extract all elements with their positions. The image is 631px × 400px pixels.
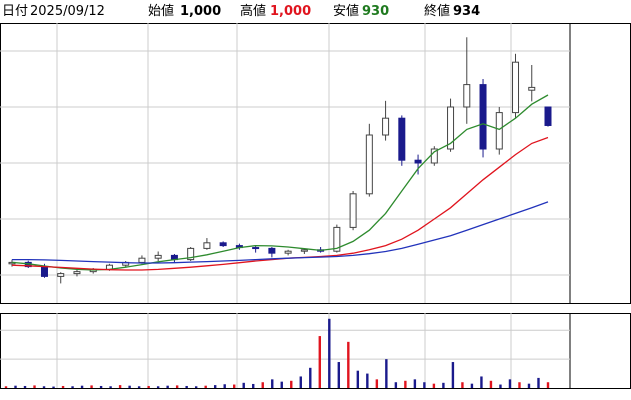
candle-body: [414, 159, 422, 164]
volume-bar: [489, 380, 493, 388]
volume-bar: [80, 385, 84, 388]
volume-bar: [252, 383, 255, 388]
volume-bar: [328, 318, 331, 388]
volume-panel-frame: [0, 313, 631, 389]
volume-bar: [375, 379, 379, 388]
volume-bar: [4, 386, 8, 388]
volume-bar: [356, 370, 360, 388]
volume-bar: [14, 385, 17, 388]
volume-bar: [223, 384, 226, 388]
volume-bar: [280, 381, 283, 388]
volume-bar: [299, 376, 302, 388]
volume-bar: [52, 386, 55, 388]
volume-bar: [518, 382, 521, 388]
volume-bar: [42, 386, 46, 388]
candle-body: [154, 254, 162, 259]
candle-body: [203, 242, 211, 249]
volume-bar: [366, 373, 369, 388]
ma-line-2: [12, 201, 549, 264]
candle-body: [495, 112, 503, 150]
volume-bar: [290, 380, 293, 388]
volume-bar: [185, 385, 188, 388]
volume-bar: [90, 385, 93, 388]
volume-bar: [451, 362, 455, 388]
volume-bar: [480, 376, 483, 388]
volume-bar: [233, 384, 236, 388]
candle-body: [463, 84, 471, 108]
volume-bar: [213, 385, 217, 388]
candle-body: [40, 266, 48, 277]
candle-body: [57, 273, 65, 277]
candle-body: [544, 106, 552, 126]
volume-bar: [404, 380, 407, 388]
candle-body: [268, 247, 276, 254]
candle-body: [382, 117, 390, 136]
chart-canvas: [0, 23, 631, 389]
volume-bar: [23, 385, 27, 388]
volume-bar: [242, 382, 245, 388]
volume-bar: [527, 383, 531, 388]
volume-bar: [147, 385, 150, 388]
volume-bar: [423, 382, 426, 388]
candle-body: [365, 134, 373, 195]
volume-bar: [109, 386, 112, 388]
volume-bar: [271, 379, 274, 388]
volume-bar: [99, 385, 103, 388]
volume-bar: [156, 386, 160, 388]
volume-bar: [508, 379, 512, 388]
volume-bar: [318, 336, 321, 388]
candle-body: [349, 193, 357, 228]
volume-bar: [337, 362, 341, 388]
volume-bar: [432, 383, 436, 388]
volume-bar: [118, 385, 122, 388]
candle-body: [512, 61, 520, 114]
volume-bar: [309, 367, 312, 388]
candle-body: [398, 117, 406, 161]
candle-body: [479, 84, 487, 150]
volume-bar: [499, 384, 502, 388]
volume-bar: [71, 386, 74, 388]
ma-line-0: [11, 94, 549, 271]
volume-bar: [347, 341, 350, 388]
ma-line-1: [11, 136, 549, 271]
volume-bar: [470, 383, 474, 388]
volume-bar: [413, 379, 417, 388]
volume-bar: [546, 382, 550, 388]
candle-body: [73, 271, 81, 275]
volume-bar: [61, 385, 65, 388]
candle-body: [138, 257, 146, 263]
candle-body: [284, 250, 292, 254]
candle-body: [300, 249, 308, 252]
volume-bar: [442, 382, 445, 388]
volume-bar: [461, 382, 464, 388]
volume-bar: [128, 385, 131, 388]
volume-bar: [385, 359, 388, 388]
volume-bar: [175, 385, 179, 388]
volume-bar: [204, 385, 207, 388]
candle-body: [528, 86, 536, 91]
candle-body: [219, 242, 227, 247]
volume-bar: [166, 385, 169, 388]
volume-bar: [33, 385, 36, 388]
stock-chart-window: 日付 2025/09/12 始値 1,000 高値 1,000 安値 930 終…: [0, 0, 631, 400]
volume-bar: [537, 377, 540, 388]
candle-body: [252, 247, 260, 250]
volume-bar: [137, 386, 141, 388]
volume-bar: [394, 382, 398, 388]
volume-bar: [194, 386, 198, 388]
volume-bar: [261, 382, 264, 388]
